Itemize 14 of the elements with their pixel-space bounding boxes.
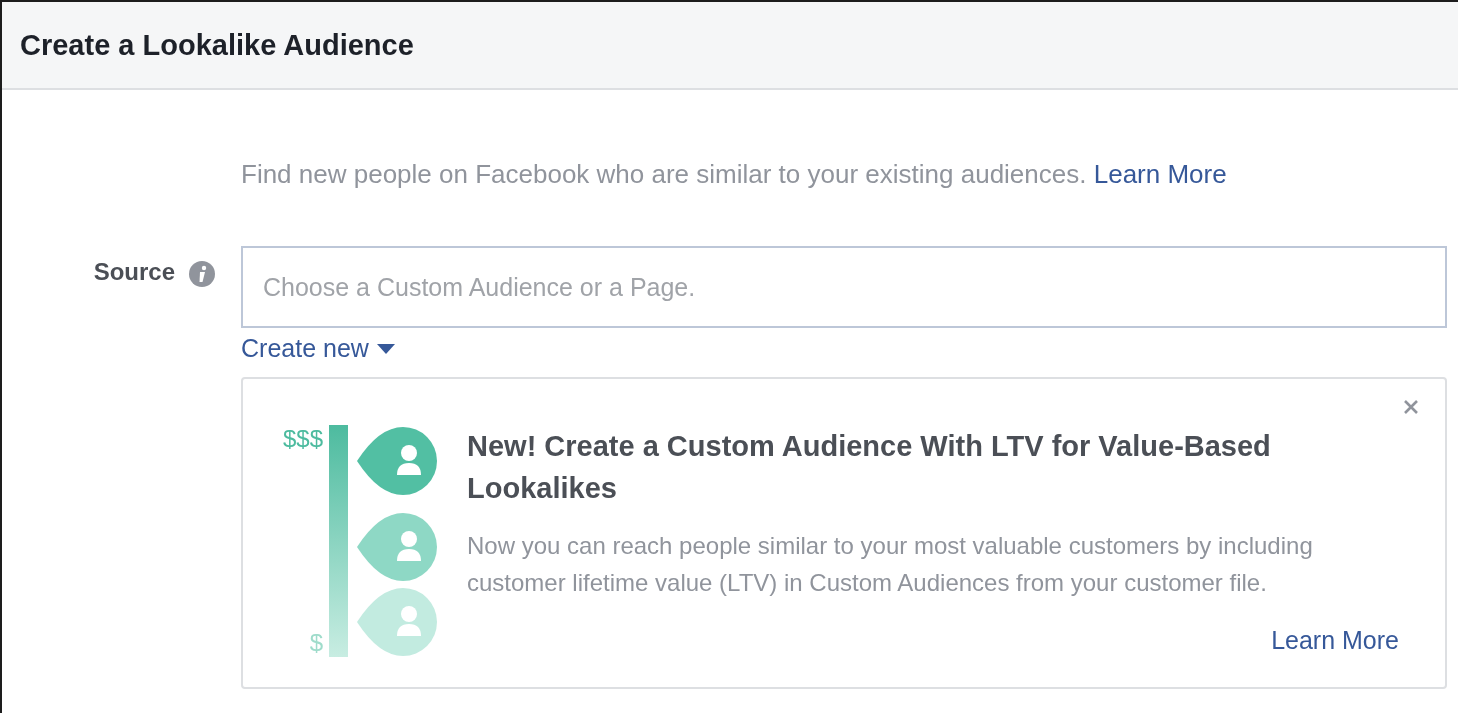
promo-text: Now you can reach people similar to your most valuable customers by including customer lifetime value (LTV) in Custom Audiences from your customer file.	[467, 531, 1314, 598]
create-new-link[interactable]: Create new	[241, 334, 395, 363]
info-icon[interactable]	[189, 261, 215, 287]
low-value-label: $	[309, 629, 323, 657]
caret-icon	[376, 343, 395, 354]
learn-more-link[interactable]: Learn More	[1093, 159, 1227, 189]
intro-text: Find new people on Facebook who are similar to your existing audiences. Learn More	[241, 158, 1228, 191]
source-label: Source	[93, 258, 175, 286]
learn-more-link[interactable]: Learn More	[1271, 626, 1399, 655]
high-value-label: $$$	[282, 425, 323, 453]
dialog-title: Create a Lookalike Audience	[20, 28, 414, 62]
source-field[interactable]: Choose a Custom Audience or a Page.	[241, 246, 1447, 328]
close-icon	[1403, 399, 1419, 415]
promo-title: New! Create a Custom Audience With LTV for Value-Based Lookalikes	[467, 429, 1272, 506]
